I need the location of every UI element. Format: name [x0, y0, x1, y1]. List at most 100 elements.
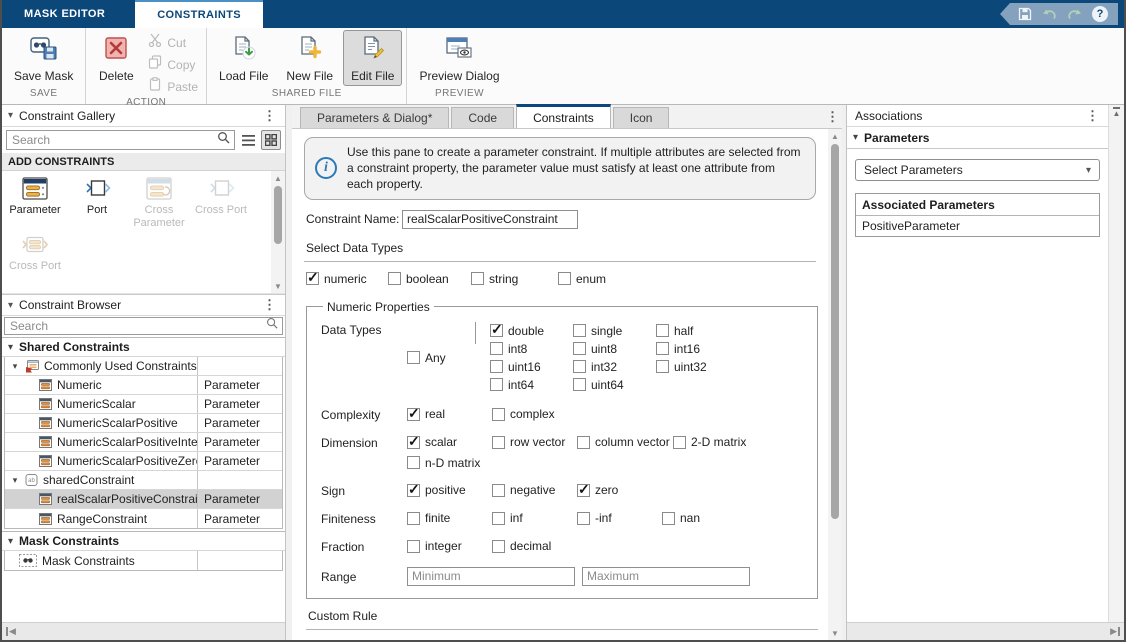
range-maximum-input[interactable] — [582, 567, 750, 586]
toolbar-group-action: Delete Cut Copy — [86, 28, 207, 104]
load-file-button[interactable]: Load File — [211, 30, 276, 86]
grid-view-button[interactable] — [261, 130, 281, 150]
checkbox-scalar[interactable]: scalar — [407, 435, 492, 450]
checkbox-complex[interactable]: complex — [492, 407, 577, 422]
tab-constraints[interactable]: CONSTRAINTS — [135, 0, 263, 28]
mask-constraints-header[interactable]: ▾ Mask Constraints — [2, 531, 285, 551]
checkbox-enum[interactable]: enum — [558, 272, 637, 286]
checkbox-neg-inf[interactable]: -inf — [577, 511, 662, 526]
checkbox-negative[interactable]: negative — [492, 483, 577, 498]
checkbox-decimal[interactable]: decimal — [492, 539, 577, 554]
center-vertical-scrollbar[interactable]: ▲ ▼ — [828, 129, 842, 640]
scroll-down-icon[interactable]: ▼ — [828, 626, 842, 640]
shared-constraints-header[interactable]: ▾ Shared Constraints — [2, 337, 285, 357]
associated-parameters-header: Associated Parameters — [856, 194, 1099, 216]
new-file-button[interactable]: New File — [278, 30, 341, 86]
checkbox-zero[interactable]: zero — [577, 483, 662, 498]
expander-icon[interactable]: ▾ — [5, 475, 25, 486]
collapse-toolstrip-icon[interactable]: ▲ — [1113, 107, 1121, 118]
checkbox-int64[interactable]: int64 — [490, 376, 573, 394]
checkbox-double[interactable]: double — [490, 322, 573, 340]
scroll-up-icon[interactable]: ▲ — [828, 129, 842, 143]
checkbox-int16[interactable]: int16 — [656, 340, 739, 358]
checkbox-half[interactable]: half — [656, 322, 739, 340]
collapse-triangle-icon[interactable]: ▾ — [8, 300, 13, 311]
constraint-name-input[interactable] — [402, 210, 578, 229]
checkbox-int32[interactable]: int32 — [573, 358, 656, 376]
checkbox-real[interactable]: real — [407, 407, 492, 422]
checkbox-single[interactable]: single — [573, 322, 656, 340]
table-row-sharedconstraint[interactable]: ▾ ab sharedConstraint — [5, 471, 282, 490]
edit-file-button[interactable]: Edit File — [343, 30, 402, 86]
table-row-numericscalar[interactable]: NumericScalar Parameter — [5, 395, 282, 414]
checkbox-nan[interactable]: nan — [662, 511, 747, 526]
checkbox-numeric[interactable]: numeric — [306, 272, 385, 286]
parameters-section-header[interactable]: ▾ Parameters — [847, 127, 1108, 149]
checkbox-uint64[interactable]: uint64 — [573, 376, 656, 394]
table-row-numericscalarpositive[interactable]: NumericScalarPositive Parameter — [5, 414, 282, 433]
range-minimum-input[interactable] — [407, 567, 575, 586]
tab-constraints-doc[interactable]: Constraints — [516, 104, 611, 128]
associations-menu-icon[interactable]: ⋮ — [1083, 108, 1102, 124]
paste-button[interactable]: Paste — [144, 76, 202, 97]
undo-icon[interactable] — [1042, 8, 1057, 21]
checkbox-row-vector[interactable]: row vector — [492, 435, 577, 450]
checkbox-uint32[interactable]: uint32 — [656, 358, 739, 376]
table-row-numeric[interactable]: Numeric Parameter — [5, 376, 282, 395]
redo-icon[interactable] — [1067, 8, 1082, 21]
gallery-item-port[interactable]: Port — [66, 177, 128, 229]
preview-dialog-icon — [445, 35, 473, 66]
help-icon[interactable]: ? — [1092, 6, 1108, 22]
document-menu-icon[interactable]: ⋮ — [823, 109, 842, 125]
checkbox-uint8[interactable]: uint8 — [573, 340, 656, 358]
tab-icon[interactable]: Icon — [613, 107, 670, 128]
right-horizontal-scrollbar[interactable]: ▶ — [847, 622, 1124, 640]
checkbox-integer[interactable]: integer — [407, 539, 492, 554]
checkbox-any[interactable]: Any — [407, 322, 471, 394]
save-mask-button[interactable]: Save Mask — [6, 30, 81, 86]
select-parameters-dropdown[interactable]: Select Parameters ▾ — [855, 159, 1100, 181]
preview-dialog-button[interactable]: Preview Dialog — [411, 30, 507, 86]
delete-button[interactable]: Delete — [90, 30, 142, 86]
scroll-left-icon[interactable]: ◀ — [2, 626, 20, 637]
tab-mask-editor[interactable]: MASK EDITOR — [2, 0, 127, 28]
table-row-rangeconstraint[interactable]: RangeConstraint Parameter — [5, 509, 282, 528]
checkbox-inf[interactable]: inf — [492, 511, 577, 526]
cut-button[interactable]: Cut — [144, 32, 202, 53]
checkbox-finite[interactable]: finite — [407, 511, 492, 526]
browser-menu-icon[interactable]: ⋮ — [260, 297, 279, 313]
table-row-mask-constraints[interactable]: Mask Constraints — [5, 551, 282, 570]
scroll-right-icon[interactable]: ▶ — [1106, 626, 1124, 637]
gallery-item-parameter[interactable]: Parameter — [4, 177, 66, 229]
checkbox-boolean[interactable]: boolean — [388, 272, 467, 286]
checkbox-int8[interactable]: int8 — [490, 340, 573, 358]
tab-code[interactable]: Code — [451, 107, 514, 128]
scrollbar-thumb[interactable] — [274, 186, 282, 244]
save-icon[interactable] — [1018, 7, 1032, 21]
scrollbar-thumb[interactable] — [831, 144, 839, 519]
gallery-search-input[interactable] — [12, 133, 217, 147]
copy-button[interactable]: Copy — [144, 54, 202, 75]
checkbox-nd-matrix[interactable]: n-D matrix — [407, 456, 480, 470]
table-row-numericscalarpositiveinteger[interactable]: NumericScalarPositiveInteger Parameter — [5, 433, 282, 452]
scroll-up-icon[interactable]: ▲ — [271, 171, 285, 185]
gallery-search-row — [2, 127, 285, 153]
table-row-positiveparameter[interactable]: PositiveParameter — [856, 216, 1099, 236]
checkbox-positive[interactable]: positive — [407, 483, 492, 498]
checkbox-string[interactable]: string — [471, 272, 550, 286]
scroll-down-icon[interactable]: ▼ — [271, 279, 285, 293]
left-horizontal-scrollbar[interactable]: ◀ — [2, 622, 285, 640]
gallery-menu-icon[interactable]: ⋮ — [260, 108, 279, 124]
list-view-button[interactable] — [238, 130, 258, 150]
checkbox-column-vector[interactable]: column vector — [577, 435, 673, 450]
checkbox-2d-matrix[interactable]: 2-D matrix — [673, 435, 758, 450]
table-row-commonly-used[interactable]: ▾ Commonly Used Constraints (R... — [5, 357, 282, 376]
tab-parameters-dialog[interactable]: Parameters & Dialog* — [300, 107, 449, 128]
gallery-scrollbar[interactable]: ▲ ▼ — [271, 171, 285, 293]
table-row-realscalarpositiveconstraint[interactable]: realScalarPositiveConstraint Parameter — [5, 490, 282, 509]
table-row-numericscalarpositivezero[interactable]: NumericScalarPositiveZero Parameter — [5, 452, 282, 471]
checkbox-uint16[interactable]: uint16 — [490, 358, 573, 376]
collapse-triangle-icon[interactable]: ▾ — [8, 110, 13, 121]
browser-search-input[interactable] — [10, 319, 266, 333]
expander-icon[interactable]: ▾ — [5, 361, 25, 372]
